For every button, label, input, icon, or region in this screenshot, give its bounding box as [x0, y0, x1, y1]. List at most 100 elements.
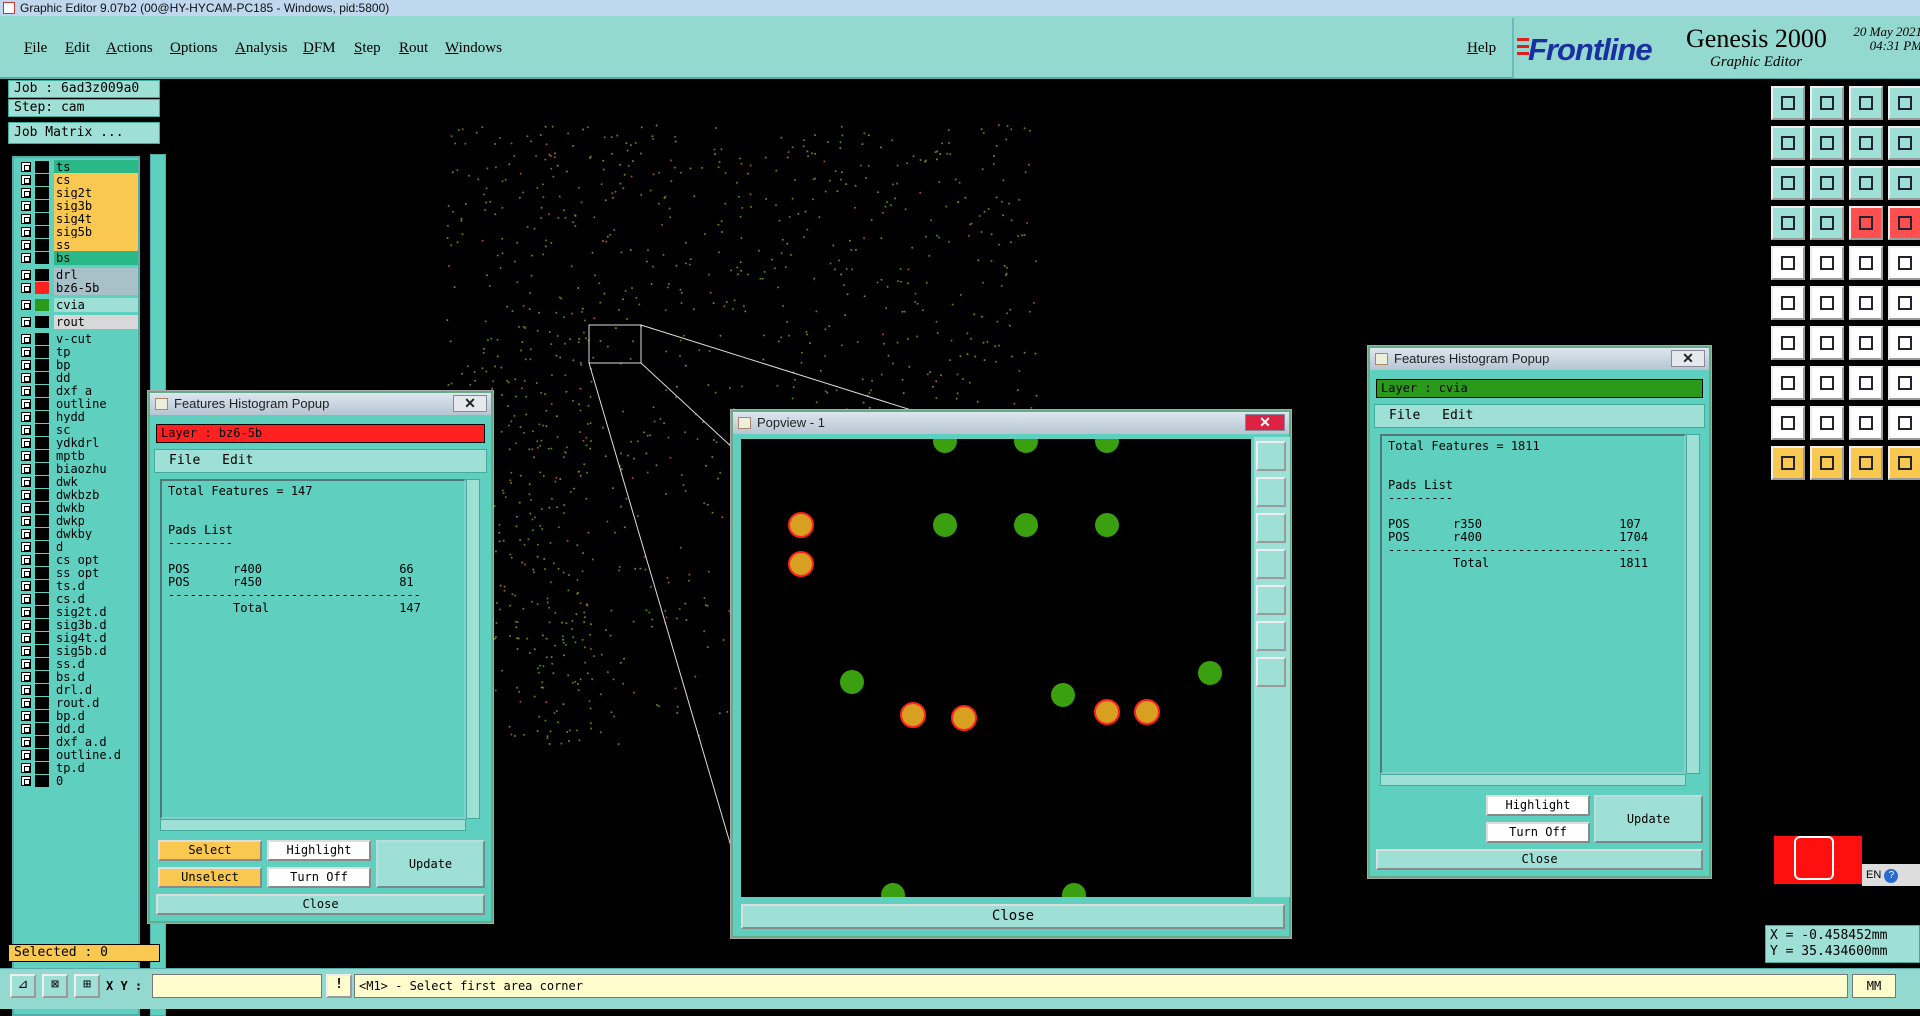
route-point-icon[interactable]	[1888, 446, 1920, 480]
layer-name[interactable]: bz6-5b	[54, 281, 138, 295]
link-icon[interactable]	[1849, 286, 1883, 320]
layer-row-bs-d[interactable]: bs.d	[18, 670, 138, 684]
select-button[interactable]: Select	[158, 840, 262, 861]
layer-row-sc[interactable]: sc	[18, 423, 138, 437]
close-icon[interactable]: ✕	[453, 395, 487, 412]
move-down-icon[interactable]	[1810, 86, 1844, 120]
layer-checkbox[interactable]	[21, 283, 31, 293]
layer-checkbox[interactable]	[21, 438, 31, 448]
layer-name[interactable]: sig3b.d	[54, 618, 138, 632]
histogram-horizontal-scrollbar[interactable]	[1380, 774, 1686, 786]
chars-icon[interactable]	[1888, 326, 1920, 360]
layer-checkbox[interactable]	[21, 711, 31, 721]
layer-name[interactable]: tp.d	[54, 761, 138, 775]
histogram-vertical-scrollbar[interactable]	[1686, 434, 1700, 774]
layer-name[interactable]: dwkbzb	[54, 488, 138, 502]
triangle-icon[interactable]	[1771, 406, 1805, 440]
pads-icon[interactable]	[1888, 366, 1920, 400]
layer-checkbox[interactable]	[21, 373, 31, 383]
layer-checkbox[interactable]	[21, 214, 31, 224]
menu-analysis[interactable]: Analysis	[235, 40, 288, 57]
ratio-icon[interactable]	[1849, 166, 1883, 200]
menu-windows[interactable]: Windows	[445, 40, 502, 57]
layer-name[interactable]: biaozhu	[54, 462, 138, 476]
units-indicator[interactable]: MM	[1852, 974, 1896, 998]
zoom-in-icon[interactable]	[1256, 477, 1286, 507]
layer-checkbox[interactable]	[21, 724, 31, 734]
layer-checkbox[interactable]	[21, 594, 31, 604]
close-button[interactable]: Close	[156, 894, 485, 915]
zoom-out-icon[interactable]	[1256, 513, 1286, 543]
layer-row-ss-d[interactable]: ss.d	[18, 657, 138, 671]
display-icon[interactable]	[1771, 206, 1805, 240]
layer-name[interactable]: sig2t.d	[54, 605, 138, 619]
highlight-button[interactable]: Highlight	[267, 840, 371, 861]
layer-name[interactable]: mptb	[54, 449, 138, 463]
layer-name[interactable]: dd	[54, 371, 138, 385]
layer-name[interactable]: cs.d	[54, 592, 138, 606]
layer-row-ss-opt[interactable]: ss_opt	[18, 566, 138, 580]
layer-name[interactable]: sig2t	[54, 186, 138, 200]
layer-name[interactable]: sc	[54, 423, 138, 437]
layer-name[interactable]: bs.d	[54, 670, 138, 684]
layer-checkbox[interactable]	[21, 555, 31, 565]
layer-row-cvia[interactable]: cvia	[18, 298, 138, 312]
layer-row-dwkb[interactable]: dwkb	[18, 501, 138, 515]
measure-icon[interactable]	[1849, 246, 1883, 280]
layer-checkbox[interactable]	[21, 659, 31, 669]
center-icon[interactable]	[1256, 657, 1286, 687]
layer-checkbox[interactable]	[21, 317, 31, 327]
layer-row-cs[interactable]: cs	[18, 173, 138, 187]
split-icon[interactable]	[1888, 126, 1920, 160]
menu-actions[interactable]: Actions	[106, 40, 153, 57]
angle-icon[interactable]	[1810, 246, 1844, 280]
layer-checkbox[interactable]	[21, 490, 31, 500]
layer-row-dxf-a[interactable]: dxf_a	[18, 384, 138, 398]
layer-row-ts-d[interactable]: ts.d	[18, 579, 138, 593]
arrow-up-icon[interactable]	[1810, 406, 1844, 440]
popup-menu-file[interactable]: File	[1389, 408, 1420, 423]
popview-close-button[interactable]: Close	[741, 904, 1285, 929]
layer-row-bs[interactable]: bs	[18, 251, 138, 265]
text-a-icon[interactable]	[1849, 406, 1883, 440]
layer-name[interactable]: ts	[54, 160, 138, 174]
layer-row-outline-d[interactable]: outline.d	[18, 748, 138, 762]
layer-row-sig3b-d[interactable]: sig3b.d	[18, 618, 138, 632]
update-button[interactable]: Update	[376, 840, 485, 888]
layer-row-sig4t[interactable]: sig4t	[18, 212, 138, 226]
layer-name[interactable]: ts.d	[54, 579, 138, 593]
skip-icon[interactable]	[1888, 406, 1920, 440]
layer-row-rout[interactable]: rout	[18, 315, 138, 329]
layer-checkbox[interactable]	[21, 227, 31, 237]
dash-icon[interactable]	[1810, 366, 1844, 400]
highlight-button[interactable]: Highlight	[1486, 795, 1590, 816]
layer-row-bz6-5b[interactable]: bz6-5b	[18, 281, 138, 295]
layer-checkbox[interactable]	[21, 503, 31, 513]
popview-canvas[interactable]	[741, 439, 1251, 897]
layer-row-dwkp[interactable]: dwkp	[18, 514, 138, 528]
layer-name[interactable]: dxf_a.d	[54, 735, 138, 749]
menu-help[interactable]: Help	[1467, 40, 1496, 57]
layer-name[interactable]: cs_opt	[54, 553, 138, 567]
layer-row-biaozhu[interactable]: biaozhu	[18, 462, 138, 476]
arc-icon[interactable]	[1849, 326, 1883, 360]
layer-checkbox[interactable]	[21, 620, 31, 630]
layer-row-tp-d[interactable]: tp.d	[18, 761, 138, 775]
menu-options[interactable]: Options	[170, 40, 218, 57]
layer-checkbox[interactable]	[21, 529, 31, 539]
layer-checkbox[interactable]	[21, 776, 31, 786]
histogram-horizontal-scrollbar[interactable]	[160, 819, 466, 831]
layer-row-sig2t-d[interactable]: sig2t.d	[18, 605, 138, 619]
layer-name[interactable]: drl.d	[54, 683, 138, 697]
layer-row-hydd[interactable]: hydd	[18, 410, 138, 424]
layer-row-v-cut[interactable]: v-cut	[18, 332, 138, 346]
layer-checkbox[interactable]	[21, 763, 31, 773]
layer-row-dd[interactable]: dd	[18, 371, 138, 385]
move-up-icon[interactable]	[1771, 86, 1805, 120]
layer-checkbox[interactable]	[21, 646, 31, 656]
layer-name[interactable]: d	[54, 540, 138, 554]
layer-name[interactable]: rout.d	[54, 696, 138, 710]
layer-row-rout-d[interactable]: rout.d	[18, 696, 138, 710]
xy-input[interactable]	[152, 974, 322, 998]
menu-step[interactable]: Step	[354, 40, 381, 57]
